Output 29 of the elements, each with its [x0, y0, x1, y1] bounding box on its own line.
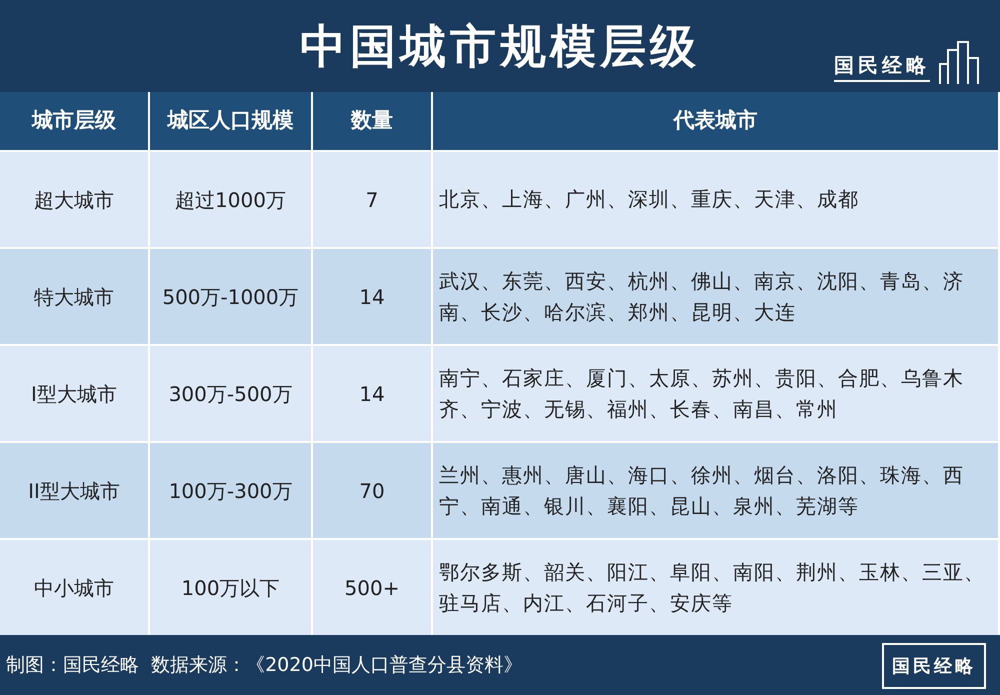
table-cell: 超大城市 — [0, 150, 150, 247]
table-cell: 特大城市 — [0, 247, 150, 344]
buildings-icon — [938, 40, 982, 86]
column-header: 城区人口规模 — [150, 92, 313, 150]
table-cell: 14 — [313, 344, 433, 441]
table-cell: 14 — [313, 247, 433, 344]
table-cell: 鄂尔多斯、韶关、阳江、阜阳、南阳、荆州、玉林、三亚、驻马店、内江、石河子、安庆等 — [433, 538, 1000, 635]
table-cell: 7 — [313, 150, 433, 247]
brand-logo: 国民经略 — [834, 50, 930, 82]
source-note: 制图：国民经略 数据来源：《2020中国人口普查分县资料》 — [5, 652, 522, 678]
table-cell: 中小城市 — [0, 538, 150, 635]
brand-badge: 国民经略 — [882, 643, 986, 689]
page-title: 中国城市规模层级 — [300, 18, 700, 74]
column-header: 城市层级 — [0, 92, 150, 150]
table-cell: 武汉、东莞、西安、杭州、佛山、南京、沈阳、青岛、济南、长沙、哈尔滨、郑州、昆明、大连 — [433, 247, 1000, 344]
table-cell: 北京、上海、广州、深圳、重庆、天津、成都 — [433, 150, 1000, 247]
table-cell: I型大城市 — [0, 344, 150, 441]
table-cell: 超过1000万 — [150, 150, 313, 247]
table-cell: 500+ — [313, 538, 433, 635]
table-cell: 300万-500万 — [150, 344, 313, 441]
table-cell: 70 — [313, 441, 433, 538]
table-cell: II型大城市 — [0, 441, 150, 538]
column-header: 代表城市 — [433, 92, 1000, 150]
column-header: 数量 — [313, 92, 433, 150]
table-cell: 南宁、石家庄、厦门、太原、苏州、贵阳、合肥、乌鲁木齐、宁波、无锡、福州、长春、南昌、常州 — [433, 344, 1000, 441]
table-cell: 100万以下 — [150, 538, 313, 635]
table-cell: 500万-1000万 — [150, 247, 313, 344]
table-cell: 兰州、惠州、唐山、海口、徐州、烟台、洛阳、珠海、西宁、南通、银川、襄阳、昆山、泉州、芜湖等 — [433, 441, 1000, 538]
table-cell: 100万-300万 — [150, 441, 313, 538]
